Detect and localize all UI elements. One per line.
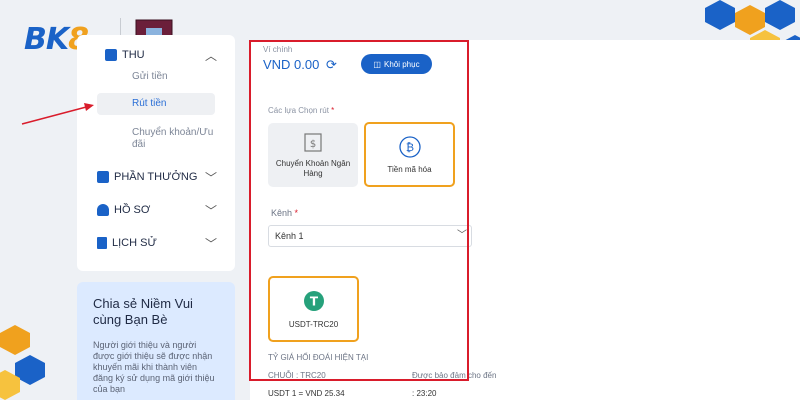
bitcoin-icon: ₿	[398, 135, 421, 158]
chevron-down-icon: ﹀	[457, 230, 467, 241]
promo-title: Chia sẻ Niềm Vui cùng Bạn Bè	[93, 296, 193, 327]
channel-select[interactable]: Kênh 1 ﹀	[268, 225, 472, 247]
sidebar-sub-deposit[interactable]: Gửi tiền	[132, 71, 168, 82]
channel-label: Kênh *	[271, 208, 299, 218]
sidebar-item-withdraw-section[interactable]: THU ︿	[77, 48, 235, 63]
sidebar-sub-withdraw[interactable]: Rút tiền	[97, 93, 215, 115]
chevron-down-icon: ﹀	[204, 170, 217, 185]
exchange-rate-title: TỶ GIÁ HỐI ĐOÁI HIỆN TẠI	[268, 353, 369, 362]
withdraw-panel	[250, 40, 800, 400]
sidebar-item-history[interactable]: LỊCH SỬ ﹀	[77, 236, 235, 251]
document-icon	[97, 237, 107, 249]
option-crypto[interactable]: ₿ Tiền mã hóa	[364, 122, 455, 187]
chevron-up-icon: ︿	[204, 48, 217, 63]
wallet-balance: VND 0.00	[263, 57, 320, 72]
sidebar-sub-transfer[interactable]: Chuyển khoản/Ưu đãi	[132, 127, 220, 151]
sidebar-item-rewards[interactable]: PHẦN THƯỞNG ﹀	[77, 170, 235, 185]
exchange-rate-value: USDT 1 = VND 25.34	[268, 389, 345, 398]
guarantee-label: Được bảo đảm cho đến	[412, 371, 497, 380]
promo-body: Người giới thiệu và người được giới thiệ…	[93, 340, 215, 394]
chevron-down-icon: ﹀	[204, 203, 217, 218]
sidebar: THU ︿ Gửi tiền Rút tiền Chuyển khoản/Ưu …	[77, 35, 235, 271]
wallet-icon	[105, 49, 117, 61]
refresh-icon[interactable]: ⟳	[326, 57, 337, 73]
tether-icon: T	[303, 290, 324, 311]
restore-button[interactable]: ◫ Khôi phục	[361, 54, 432, 74]
token-usdt-trc20[interactable]: T USDT-TRC20	[268, 276, 359, 342]
svg-text:₿: ₿	[405, 141, 413, 154]
sidebar-section-label: THU	[122, 49, 145, 61]
guarantee-time: : 23:20	[412, 389, 437, 398]
wallet-icon: ◫	[373, 59, 381, 69]
wallet-label: Ví chính	[263, 45, 293, 54]
user-icon	[97, 204, 109, 216]
chevron-down-icon: ﹀	[204, 236, 217, 251]
sidebar-item-label: LỊCH SỬ	[112, 237, 157, 249]
svg-text:T: T	[309, 294, 318, 308]
svg-text:$: $	[310, 139, 316, 150]
sidebar-item-label: PHẦN THƯỞNG	[114, 171, 198, 183]
withdraw-options-label: Các lựa Chọn rút *	[268, 106, 335, 115]
chain-label: CHUỖI : TRC20	[268, 371, 326, 380]
sidebar-item-label: HỒ SƠ	[114, 204, 151, 216]
referral-promo-card[interactable]: Chia sẻ Niềm Vui cùng Bạn Bè Người giới …	[77, 282, 235, 400]
bank-transfer-icon: $	[304, 133, 322, 152]
option-bank-transfer[interactable]: $ Chuyển Khoản Ngân Hàng	[268, 123, 358, 187]
sidebar-item-profile[interactable]: HỒ SƠ ﹀	[77, 203, 235, 218]
hex-decoration-bottom-left	[0, 325, 45, 400]
gift-icon	[97, 171, 109, 183]
red-arrow-annotation	[21, 103, 94, 125]
